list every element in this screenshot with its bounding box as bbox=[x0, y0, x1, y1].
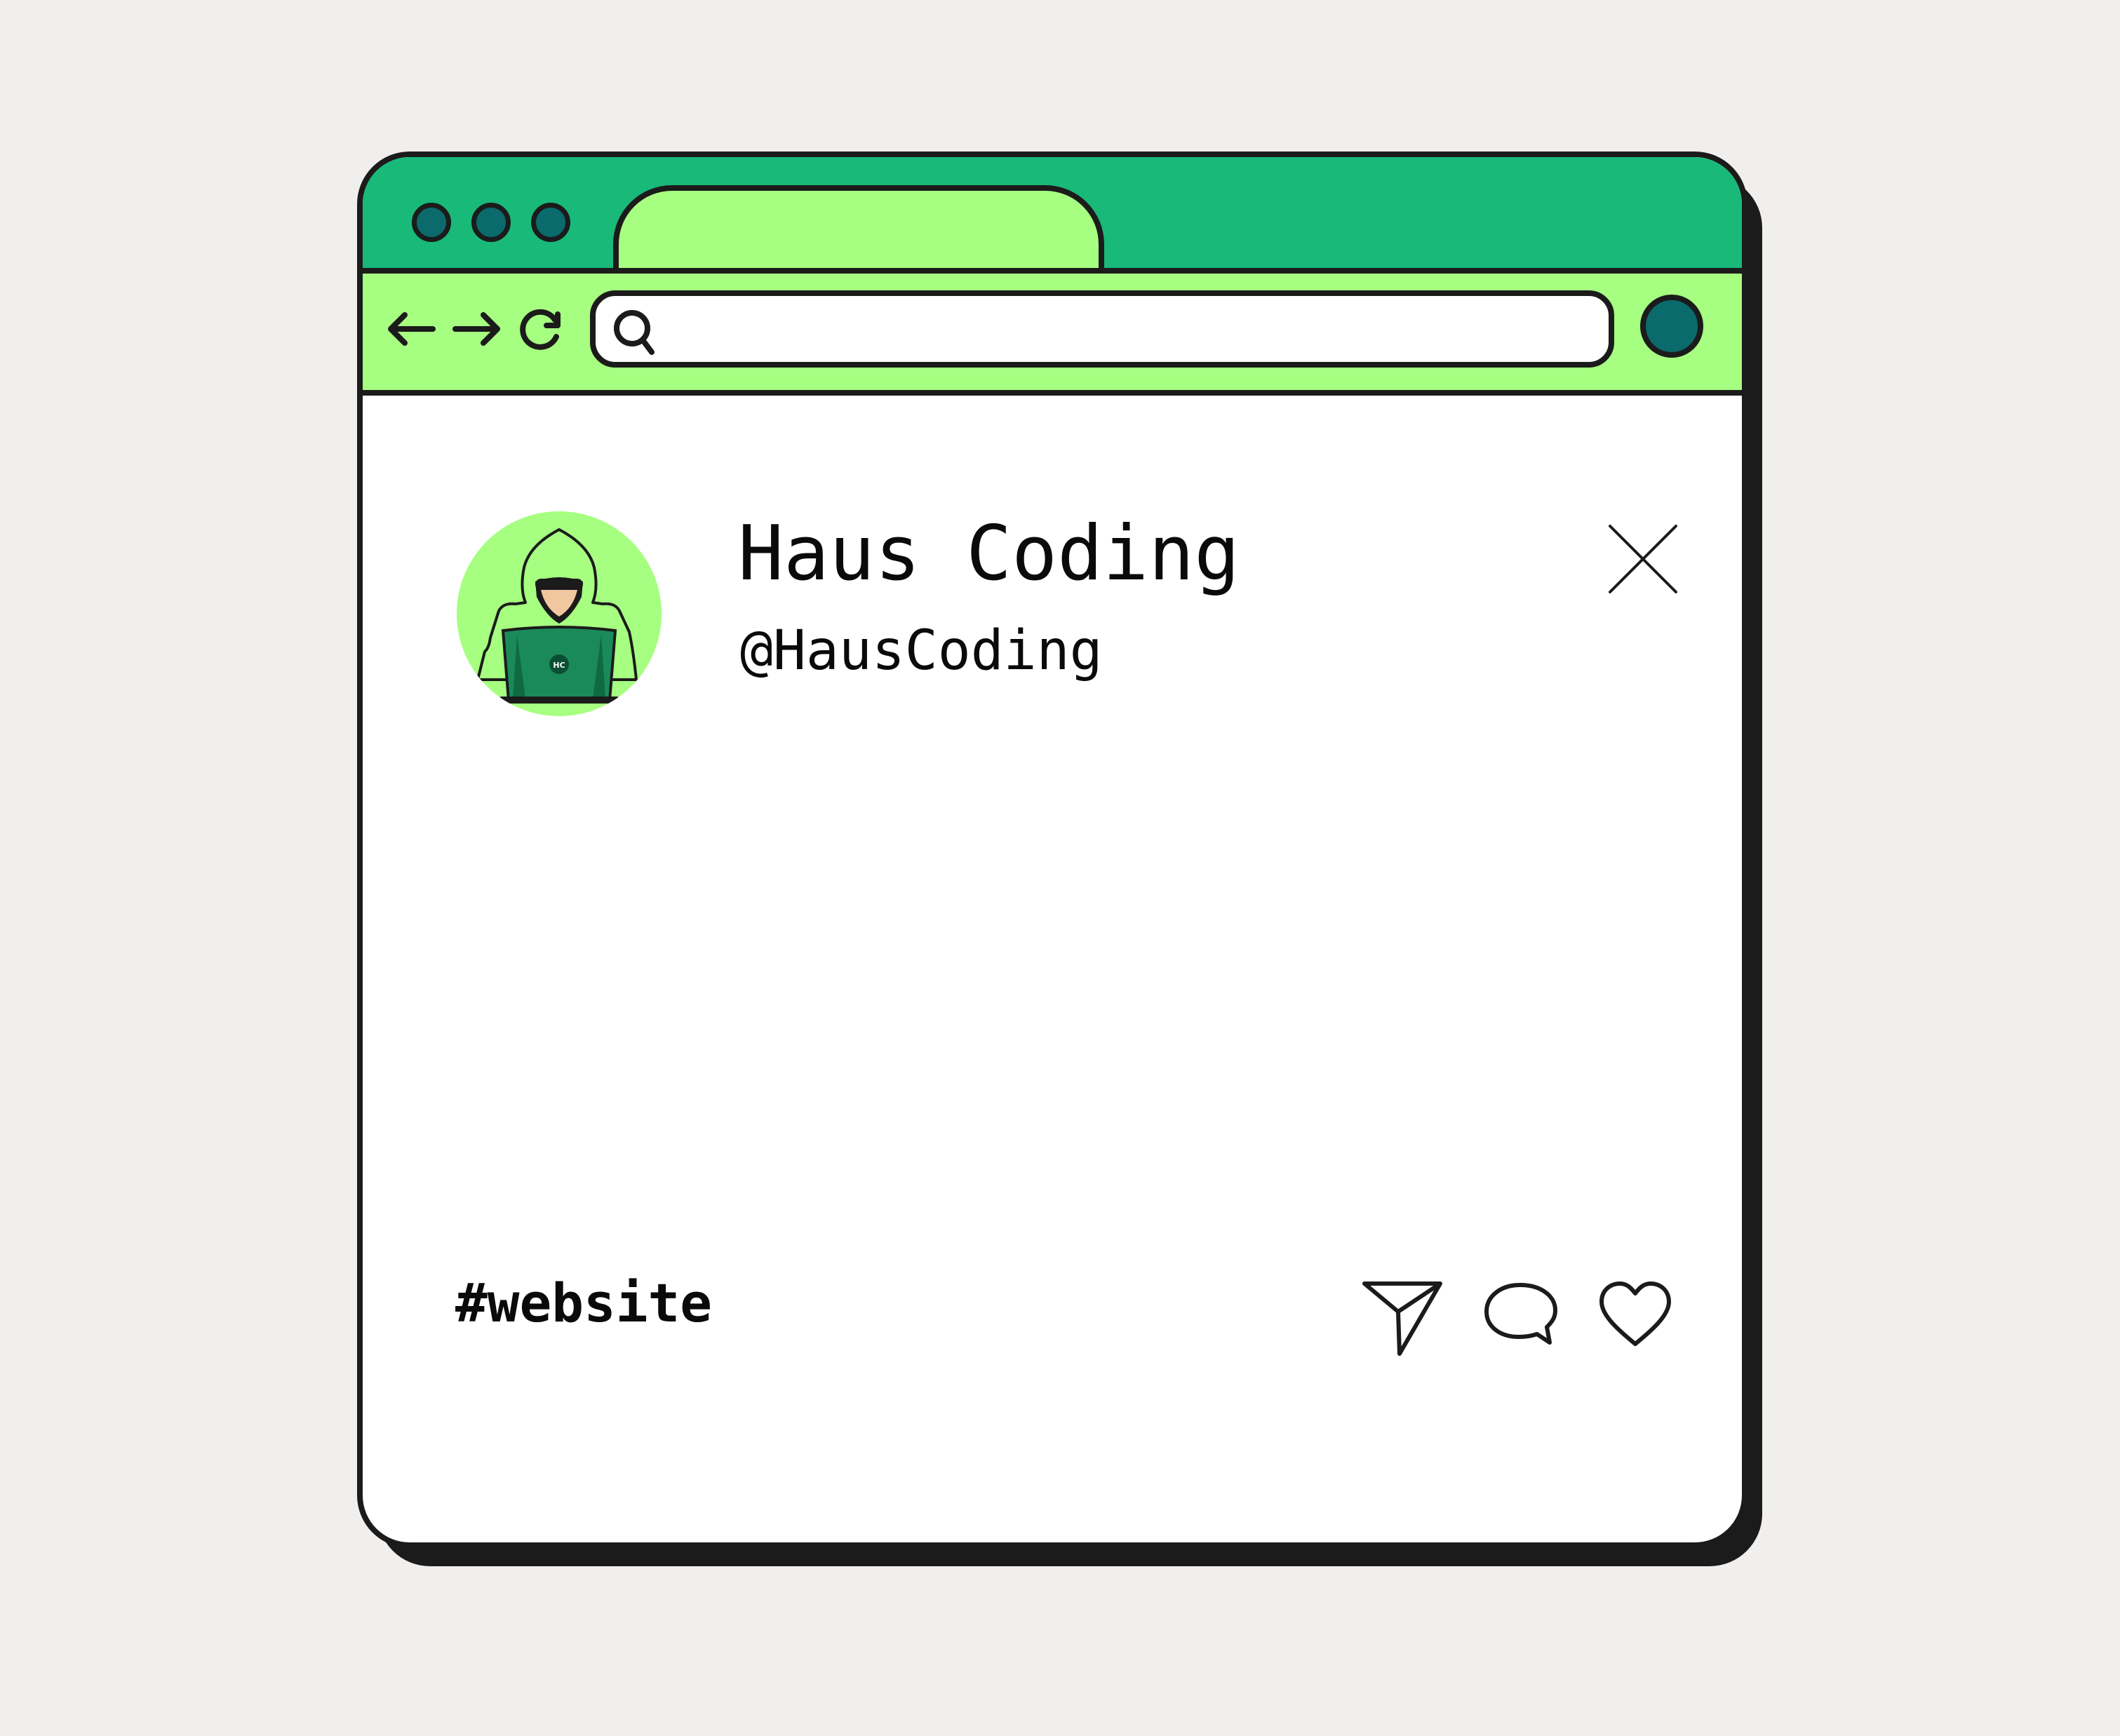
close-icon bbox=[1609, 525, 1677, 593]
window-dot[interactable] bbox=[412, 203, 451, 242]
comment-icon bbox=[1484, 1283, 1557, 1345]
reload-icon bbox=[520, 309, 561, 350]
window-dot[interactable] bbox=[471, 203, 511, 242]
forward-button[interactable] bbox=[450, 302, 504, 356]
close-button[interactable] bbox=[1606, 522, 1680, 596]
comment-button[interactable] bbox=[1477, 1271, 1564, 1358]
send-icon bbox=[1362, 1281, 1442, 1356]
hashtag[interactable]: #website bbox=[455, 1277, 712, 1330]
toolbar bbox=[363, 268, 1742, 396]
svg-text:HC: HC bbox=[553, 661, 565, 670]
arrow-right-icon bbox=[452, 312, 500, 346]
profile-name: Haus Coding bbox=[738, 510, 1240, 598]
avatar[interactable]: HC bbox=[457, 511, 662, 716]
profile-button[interactable] bbox=[1640, 295, 1703, 358]
search-icon[interactable] bbox=[607, 303, 666, 362]
url-input[interactable] bbox=[673, 306, 1602, 356]
like-button[interactable] bbox=[1592, 1271, 1679, 1358]
hooded-coder-avatar: HC bbox=[476, 528, 638, 704]
back-button[interactable] bbox=[384, 302, 438, 356]
profile-handle[interactable]: @HausCoding bbox=[740, 624, 1103, 678]
send-button[interactable] bbox=[1359, 1271, 1446, 1358]
reload-button[interactable] bbox=[516, 302, 570, 356]
heart-icon bbox=[1599, 1281, 1671, 1346]
window-dot[interactable] bbox=[531, 203, 570, 242]
browser-window: HC Haus Coding @HausCoding #website bbox=[357, 152, 1747, 1548]
arrow-left-icon bbox=[388, 312, 436, 346]
address-bar[interactable] bbox=[590, 290, 1614, 368]
